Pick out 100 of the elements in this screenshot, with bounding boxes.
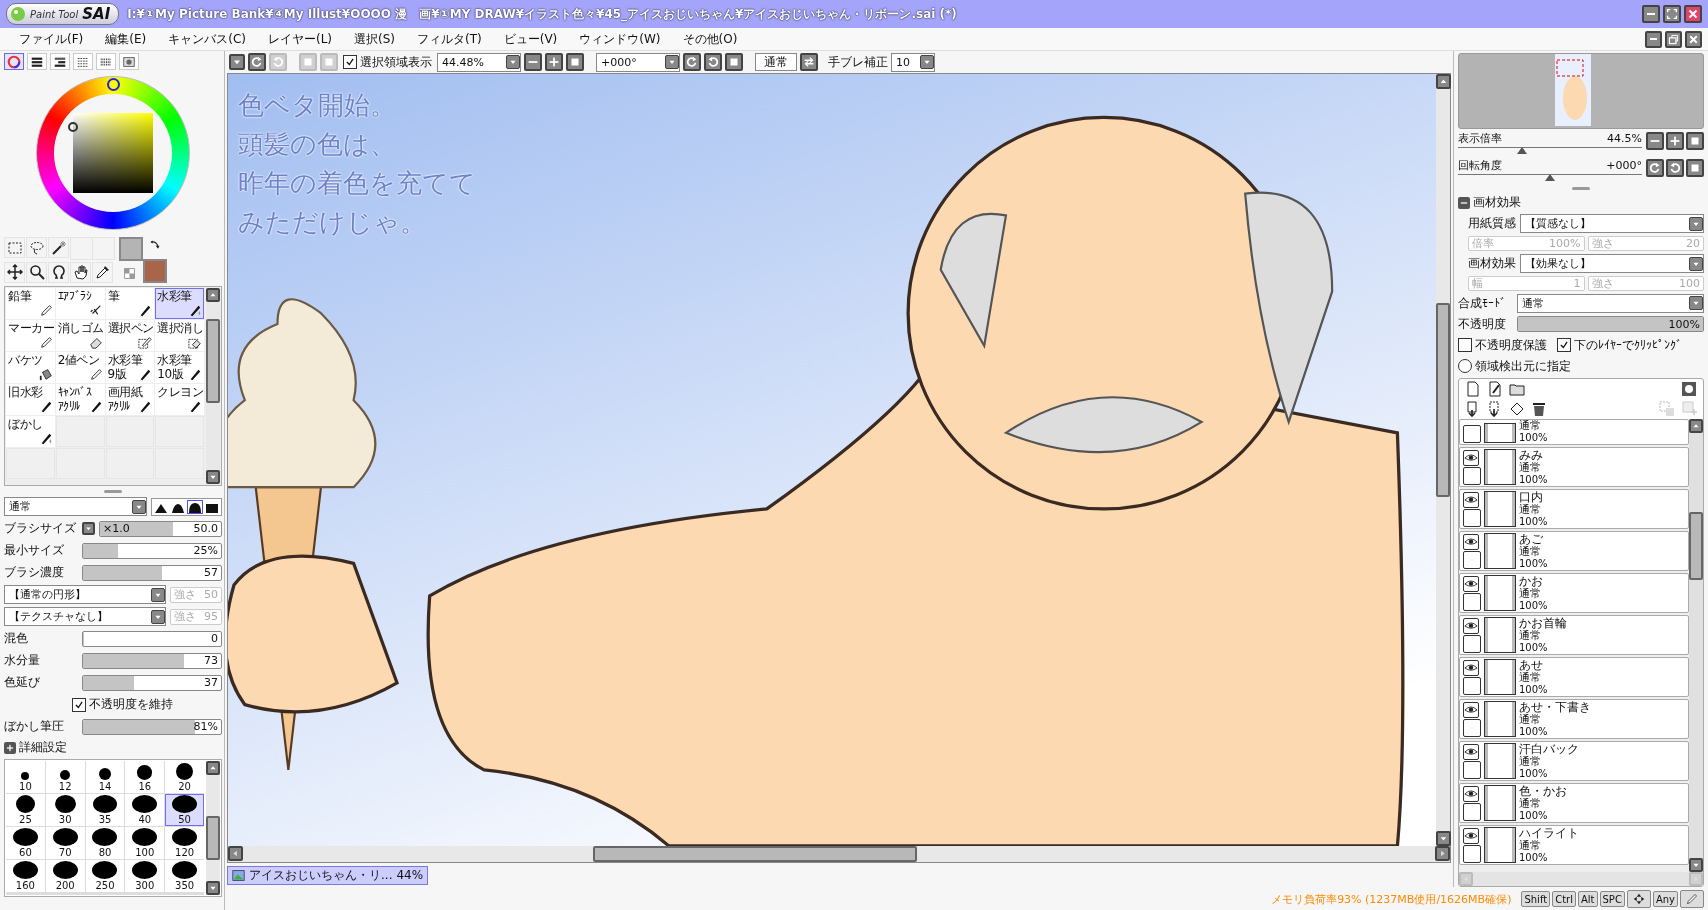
layer-row[interactable]: 汗白バック 通常 100%: [1459, 741, 1689, 781]
color-mode-tab[interactable]: [73, 53, 93, 70]
trash-icon[interactable]: [1531, 401, 1547, 417]
param-slider[interactable]: 73: [82, 652, 222, 669]
maximize-button[interactable]: [1663, 5, 1681, 23]
expand-button[interactable]: [4, 741, 16, 754]
rotate-left-button[interactable]: [683, 53, 701, 71]
checkbox[interactable]: 不透明度を維持: [72, 696, 173, 713]
param-slider[interactable]: ×1.0 50.0: [99, 520, 222, 537]
dropdown-arrow-button[interactable]: [920, 55, 934, 69]
scroll-up-button[interactable]: [206, 761, 220, 775]
layer-row[interactable]: 口内 通常 100%: [1459, 489, 1689, 529]
scroll-up-button[interactable]: [1689, 419, 1703, 433]
clipping-box[interactable]: [1463, 425, 1481, 443]
dropdown-arrow-button[interactable]: [506, 55, 520, 69]
scroll-down-button[interactable]: [1436, 831, 1451, 846]
scrollbar[interactable]: [206, 288, 220, 484]
brush-tool[interactable]: 鉛筆: [6, 288, 55, 319]
scroll-down-button[interactable]: [1689, 858, 1703, 872]
tool-button[interactable]: [48, 237, 69, 258]
visibility-toggle[interactable]: [1463, 449, 1479, 466]
param-slider[interactable]: 57: [82, 564, 222, 581]
brush-size-option[interactable]: 35: [85, 794, 125, 826]
modifier-key[interactable]: SPC: [1599, 891, 1625, 907]
radio-button[interactable]: 領域検出元に指定: [1458, 357, 1571, 375]
hue-handle[interactable]: [107, 78, 120, 91]
close-button[interactable]: [1684, 5, 1702, 23]
zoom-dropdown[interactable]: 44.48%: [437, 52, 521, 72]
brush-tool[interactable]: バケツ: [6, 352, 55, 383]
color-handle[interactable]: [68, 122, 78, 132]
reset-zoom-button[interactable]: [566, 53, 584, 71]
color-mode-tab[interactable]: [27, 53, 47, 70]
checkbox[interactable]: 不透明度保護: [1458, 336, 1547, 354]
modifier-key[interactable]: Ctrl: [1552, 891, 1576, 907]
visibility-toggle[interactable]: [1463, 743, 1479, 760]
scrollbar-thumb[interactable]: [1436, 303, 1450, 497]
scrollbar-thumb[interactable]: [206, 816, 220, 860]
dropdown-button[interactable]: [229, 54, 245, 70]
mask-icon[interactable]: [1681, 381, 1697, 397]
reset-rotation-button[interactable]: [725, 53, 743, 71]
rotate-right-button[interactable]: [1666, 159, 1684, 177]
brush-tool[interactable]: 選択ペン: [105, 320, 155, 351]
visibility-toggle[interactable]: [1463, 617, 1479, 634]
brush-size-option[interactable]: 350: [165, 860, 204, 892]
brush-tool[interactable]: 水彩筆 10版: [155, 352, 204, 383]
brush-tool[interactable]: ｷｬﾝﾊﾞｽ ｱｸﾘﾙ: [55, 384, 105, 415]
layer-row[interactable]: かお 通常 100%: [1459, 573, 1689, 613]
dropdown-arrow-button[interactable]: [151, 609, 165, 624]
brush-size-option[interactable]: 12: [45, 761, 85, 793]
brush-size-option[interactable]: 200: [45, 860, 85, 892]
slider-thumb[interactable]: [1517, 147, 1528, 154]
brush-tool[interactable]: 画用紙 ｱｸﾘﾙ: [105, 384, 155, 415]
scroll-up-button[interactable]: [1436, 74, 1451, 89]
zoom-out-button[interactable]: [1646, 132, 1664, 150]
clipping-box[interactable]: [1463, 592, 1481, 611]
brush-shape-option[interactable]: [187, 499, 203, 514]
scrollbar-thumb[interactable]: [593, 846, 917, 862]
brush-size-option[interactable]: 40: [125, 794, 165, 826]
brush-size-option[interactable]: 14: [85, 761, 125, 793]
menu-item[interactable]: キャンバス(C): [157, 30, 257, 48]
layer-row[interactable]: 色・かお 通常 100%: [1459, 783, 1689, 823]
brush-size-option[interactable]: 250: [85, 860, 125, 892]
param-slider[interactable]: 37: [82, 674, 222, 691]
dropdown[interactable]: 【質感なし】: [1520, 214, 1704, 233]
visibility-toggle[interactable]: [1463, 785, 1479, 802]
modifier-key[interactable]: Shift: [1521, 891, 1551, 907]
rotate-right-button[interactable]: [704, 53, 722, 71]
color-square[interactable]: [73, 113, 153, 193]
slider-track[interactable]: [1458, 174, 1642, 183]
scroll-down-button[interactable]: [206, 470, 220, 484]
slider-track[interactable]: [1458, 147, 1642, 156]
opacity-slider[interactable]: 100%: [1517, 316, 1704, 332]
dropdown-arrow-button[interactable]: [665, 55, 679, 69]
zoom-in-button[interactable]: [545, 53, 563, 71]
menu-item[interactable]: ファイル(F): [8, 30, 95, 48]
document-tab[interactable]: アイスおじいちゃん・リ... 44%: [227, 865, 429, 885]
clipping-box[interactable]: [1463, 634, 1481, 653]
collapse-button[interactable]: [1458, 196, 1470, 209]
layer-row[interactable]: かお首輪 通常 100%: [1459, 615, 1689, 655]
minimize-button[interactable]: [1645, 30, 1662, 48]
brush-tool[interactable]: 筆: [105, 288, 155, 319]
folder-icon[interactable]: [1509, 381, 1525, 397]
brush-size-option[interactable]: 16: [125, 761, 165, 793]
dropdown[interactable]: 【テクスチャなし】: [4, 607, 166, 626]
dropdown-arrow-button[interactable]: [1689, 296, 1703, 310]
clipping-box[interactable]: [1463, 508, 1481, 527]
brush-size-option[interactable]: 100: [125, 827, 165, 859]
dropdown-arrow-button[interactable]: [132, 499, 146, 514]
pen-key[interactable]: [1680, 890, 1704, 908]
clipping-box[interactable]: [1463, 550, 1481, 569]
scrollbar[interactable]: [1436, 74, 1450, 846]
param-slider[interactable]: 0: [82, 630, 222, 647]
color-mode-tab[interactable]: [50, 53, 70, 70]
brush-size-option[interactable]: 80: [85, 827, 125, 859]
color-swatch[interactable]: [119, 237, 143, 261]
stabilizer-dropdown[interactable]: 10: [891, 52, 935, 72]
scroll-right-button[interactable]: [1435, 846, 1450, 861]
scrollbar-thumb[interactable]: [206, 319, 220, 403]
visibility-toggle[interactable]: [1463, 701, 1479, 718]
visibility-toggle[interactable]: [1463, 491, 1479, 508]
